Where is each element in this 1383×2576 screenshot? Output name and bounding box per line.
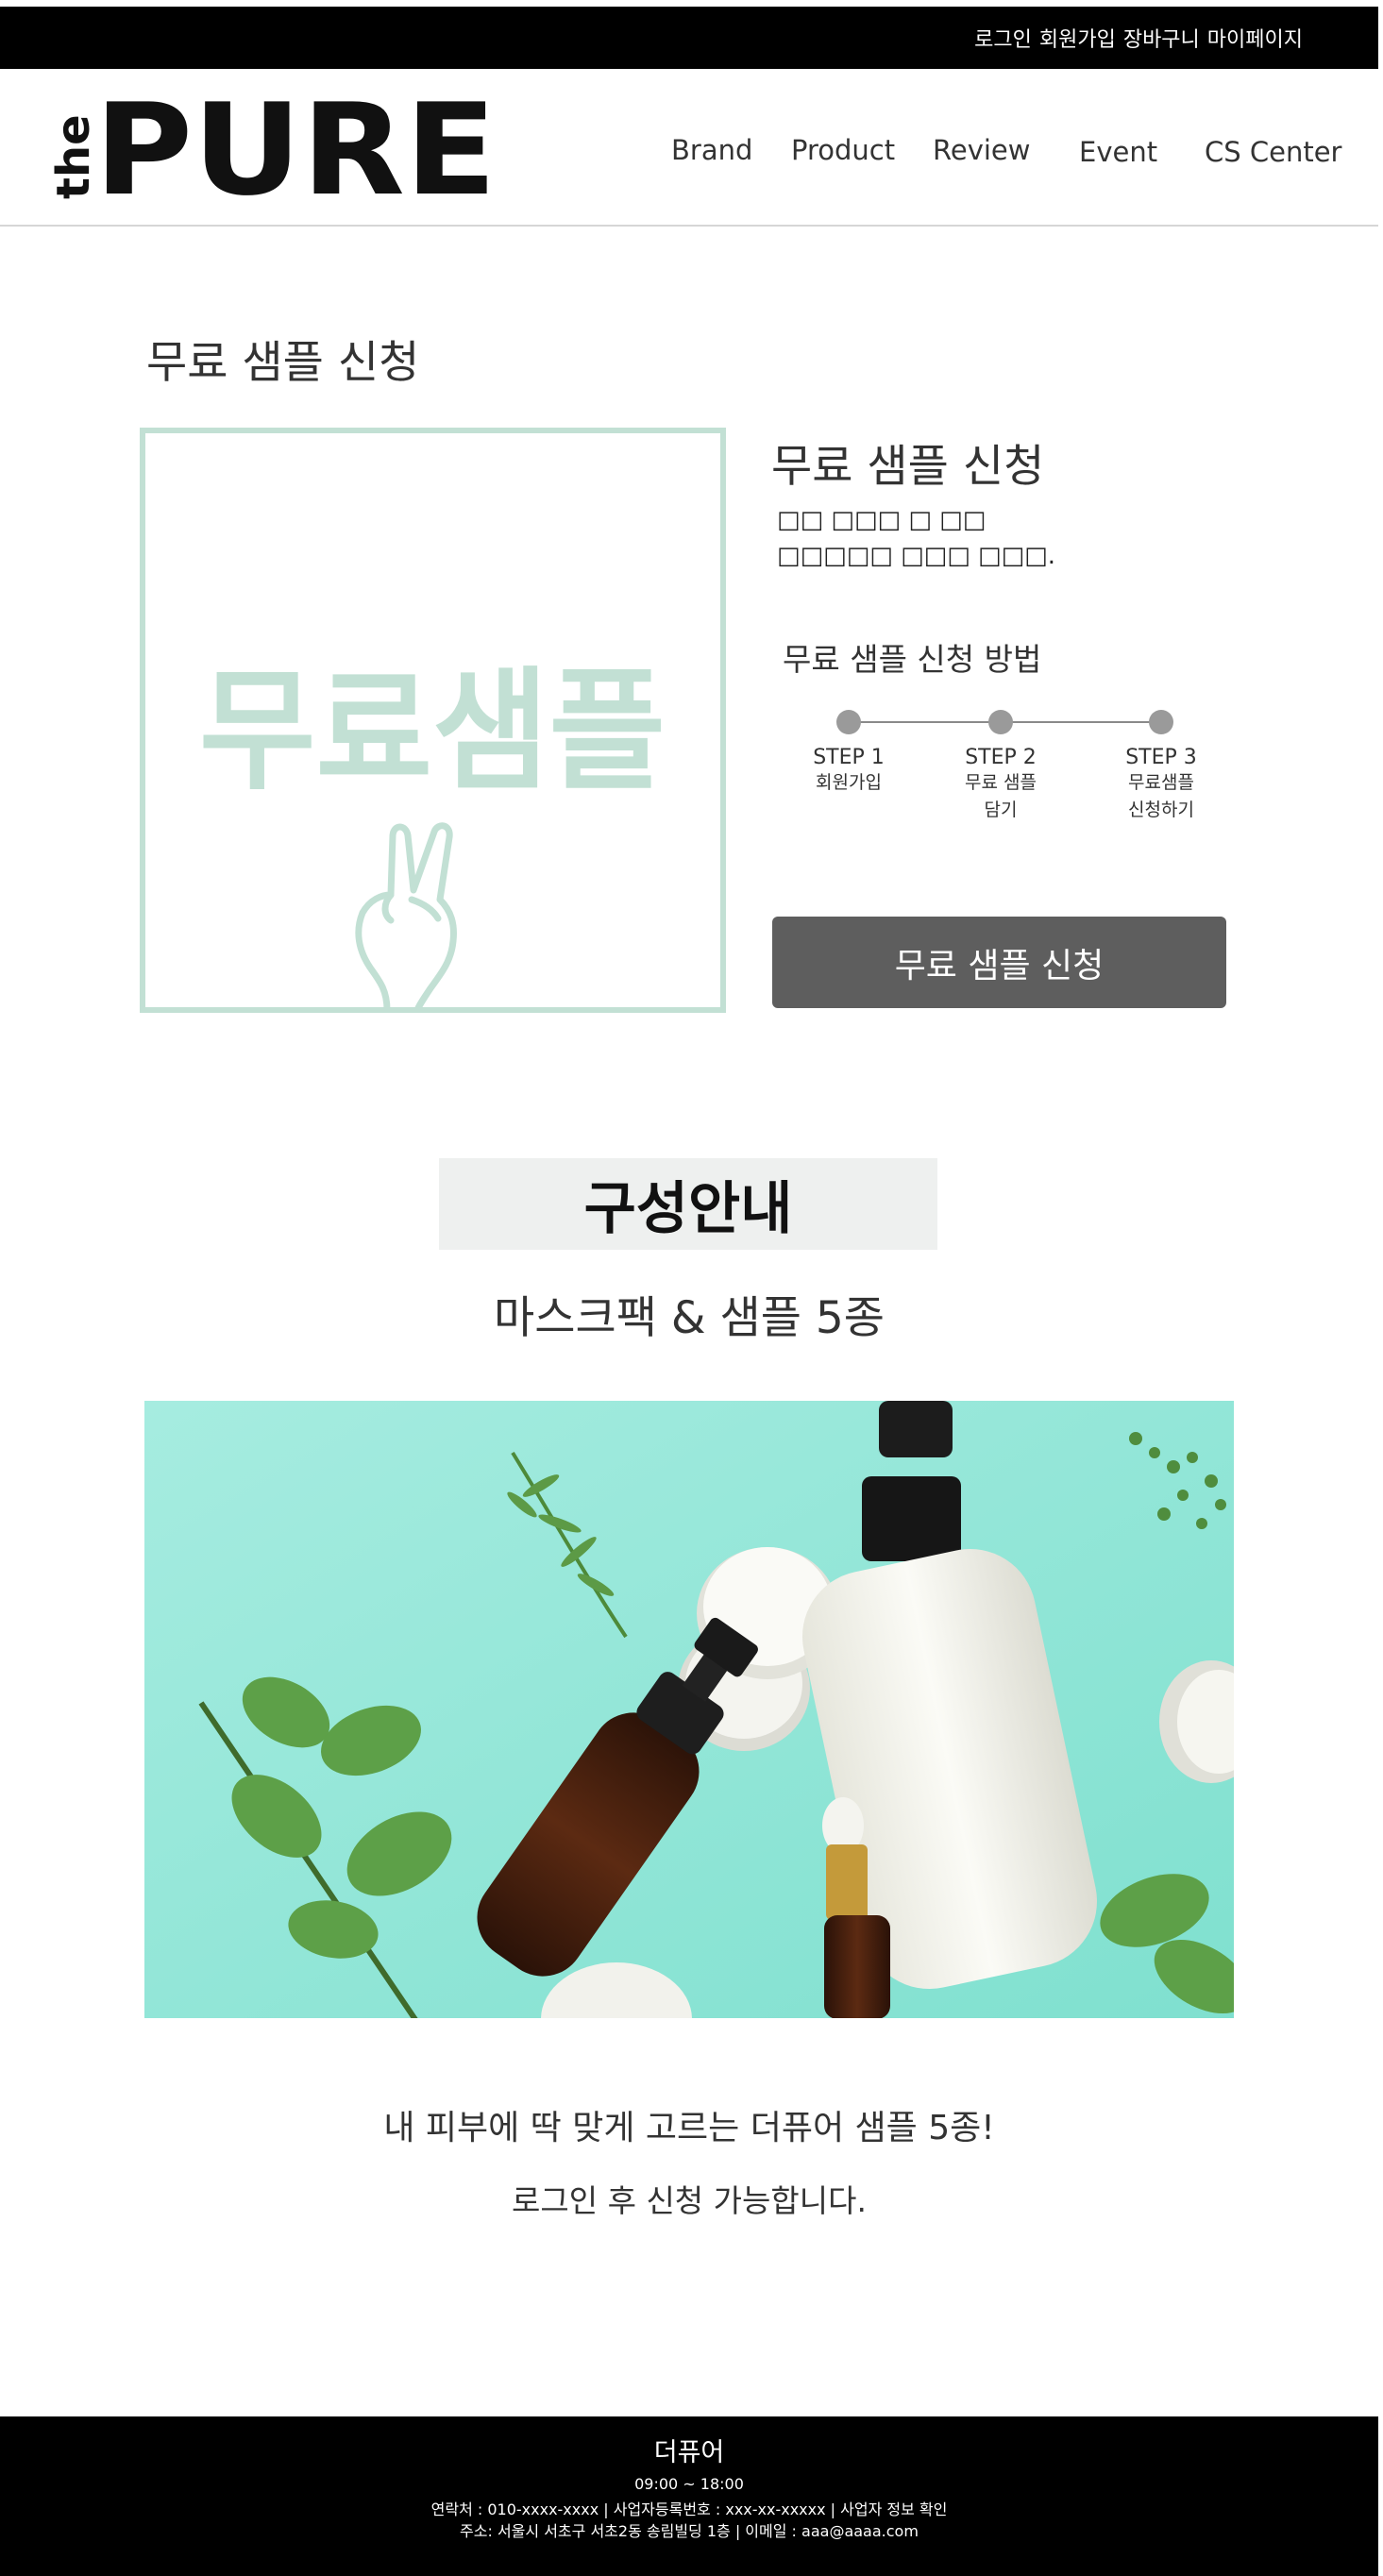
nav-product[interactable]: Product xyxy=(791,134,895,166)
step-1: STEP 1 회원가입 xyxy=(792,710,905,797)
cart-link[interactable]: 장바구니 xyxy=(1123,23,1200,53)
step-3: STEP 3 무료샘플 신청하기 xyxy=(1105,710,1218,824)
apply-sample-button[interactable]: 무료 샘플 신청 xyxy=(772,917,1226,1008)
page-title: 무료 샘플 신청 xyxy=(146,337,420,389)
info-desc-line-1: □□ □□□ □ □□ xyxy=(777,506,987,534)
step-1-dot xyxy=(836,710,861,734)
info-title: 무료 샘플 신청 xyxy=(771,441,1045,493)
logo-main-text: PURE xyxy=(94,88,497,201)
site-footer: 더퓨어 09:00 ~ 18:00 연락처 : 010-xxxx-xxxx | … xyxy=(0,2416,1378,2576)
footer-company-name: 더퓨어 xyxy=(653,2438,725,2467)
logo-small-text: the xyxy=(47,114,100,199)
step-progress: STEP 1 회원가입 STEP 2 무료 샘플 담기 STEP 3 무료샘플 … xyxy=(798,710,1213,833)
step-3-dot xyxy=(1149,710,1173,734)
composition-tagline: 내 피부에 딱 맞게 고르는 더퓨어 샘플 5종! xyxy=(383,2109,995,2147)
method-title: 무료 샘플 신청 방법 xyxy=(783,641,1042,678)
info-desc-line-2: □□□□□ □□□ □□□. xyxy=(777,542,1056,570)
step-1-label: 회원가입 xyxy=(816,772,882,793)
footer-address: 주소: 서울시 서초구 서초2동 송림빌딩 1층 | 이메일 : aaa@aaa… xyxy=(460,2522,919,2540)
composition-badge-text: 구성안내 xyxy=(583,1176,793,1242)
step-2-dot xyxy=(988,710,1013,734)
info-description: □□ □□□ □ □□ □□□□□ □□□ □□□. xyxy=(777,502,1055,574)
product-photo xyxy=(144,1401,1234,2018)
composition-subtitle: 마스크팩 & 샘플 5종 xyxy=(493,1292,885,1344)
step-1-number: STEP 1 xyxy=(813,746,885,769)
footer-hours: 09:00 ~ 18:00 xyxy=(634,2475,744,2493)
signup-link[interactable]: 회원가입 xyxy=(1039,23,1116,53)
site-header: the PURE Brand Product Review Event CS C… xyxy=(0,69,1378,227)
mypage-link[interactable]: 마이페이지 xyxy=(1207,23,1303,53)
nav-brand[interactable]: Brand xyxy=(671,134,752,166)
login-link[interactable]: 로그인 xyxy=(974,23,1032,53)
sample-image-text: 무료샘플 xyxy=(199,655,666,809)
nav-review[interactable]: Review xyxy=(933,134,1030,166)
step-2-number: STEP 2 xyxy=(965,746,1037,769)
step-3-number: STEP 3 xyxy=(1125,746,1197,769)
step-2-label-line2: 담기 xyxy=(984,800,1018,820)
step-3-label: 무료샘플 xyxy=(1128,772,1194,793)
step-3-label-line2: 신청하기 xyxy=(1128,800,1194,820)
step-2-label: 무료 샘플 xyxy=(965,772,1037,793)
the-pure-logo[interactable]: the PURE xyxy=(45,88,498,201)
nav-event[interactable]: Event xyxy=(1079,136,1157,168)
top-links: 로그인 회원가입 장바구니 마이페이지 xyxy=(974,7,1303,69)
free-sample-image: 무료샘플 xyxy=(140,428,726,1013)
top-utility-bar: 로그인 회원가입 장바구니 마이페이지 xyxy=(0,7,1378,69)
login-required-note: 로그인 후 신청 가능합니다. xyxy=(512,2182,867,2219)
nav-cs-center[interactable]: CS Center xyxy=(1205,136,1341,168)
step-2: STEP 2 무료 샘플 담기 xyxy=(944,710,1057,824)
footer-contact: 연락처 : 010-xxxx-xxxx | 사업자등록번호 : xxx-xx-x… xyxy=(430,2500,948,2518)
composition-badge: 구성안내 xyxy=(439,1158,937,1250)
